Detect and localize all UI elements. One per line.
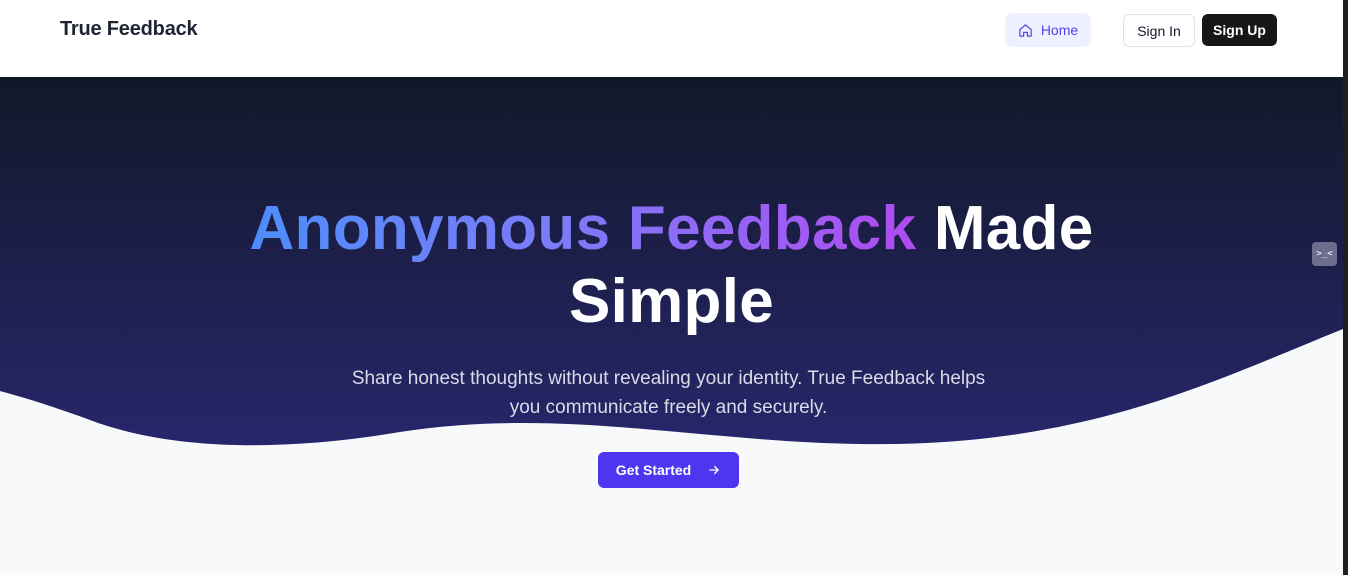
home-icon <box>1019 23 1032 37</box>
get-started-label: Get Started <box>615 462 692 478</box>
brand-logo[interactable]: True Feedback <box>60 18 198 41</box>
headline-gradient-text: Anonymous Feedback <box>249 194 917 263</box>
terminal-face-icon[interactable]: >_< <box>1312 242 1337 266</box>
hero-headline: Anonymous Feedback Made Simple <box>0 192 1343 338</box>
page: True Feedback Home Sign In Sign Up Anony… <box>0 0 1343 575</box>
sign-in-button[interactable]: Sign In <box>1123 14 1195 47</box>
nav-home-link[interactable]: Home <box>1005 13 1091 47</box>
window-edge <box>1343 0 1348 575</box>
hero-subtitle: Share honest thoughts without revealing … <box>351 368 986 418</box>
navbar: True Feedback Home Sign In Sign Up <box>0 0 1343 77</box>
get-started-button[interactable]: Get Started <box>598 452 739 488</box>
hero-section: Anonymous Feedback Made Simple Share hone… <box>0 77 1343 575</box>
nav-home-label: Home <box>1040 22 1079 38</box>
arrow-right-icon <box>709 465 719 475</box>
sign-up-button[interactable]: Sign Up <box>1202 14 1277 46</box>
